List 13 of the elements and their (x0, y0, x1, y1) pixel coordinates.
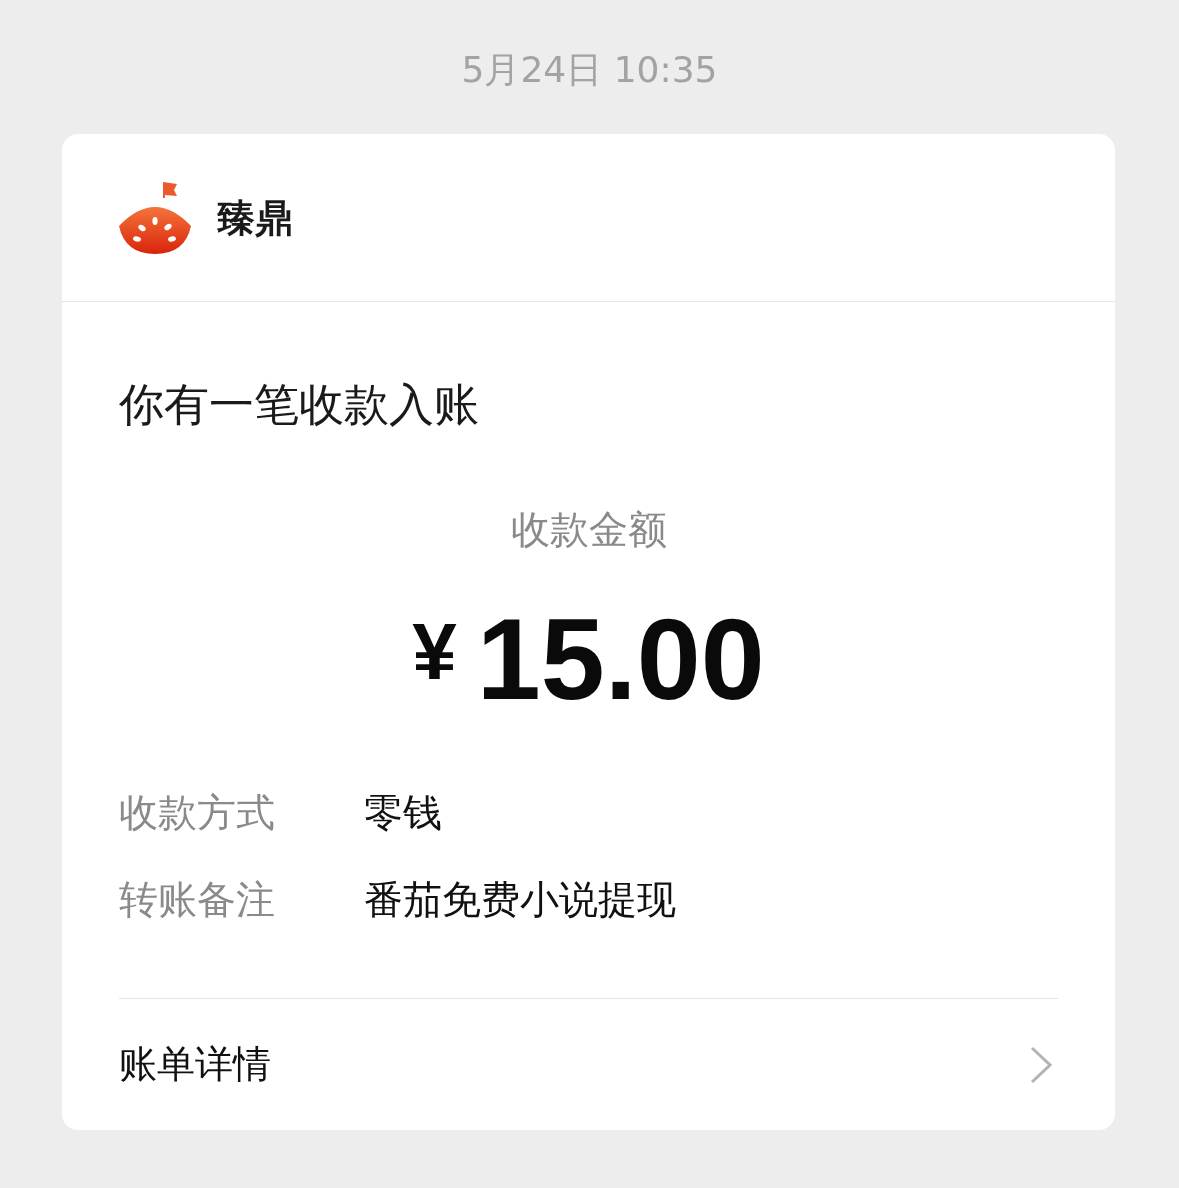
amount-label: 收款金额 (510, 506, 667, 554)
chevron-right-icon (1030, 1045, 1052, 1084)
bill-details-link[interactable]: 账单详情 (119, 999, 1058, 1130)
notification-title: 你有一笔收款入账 (119, 377, 479, 433)
detail-value: 零钱 (364, 789, 442, 837)
detail-value: 番茄免费小说提现 (364, 876, 676, 924)
merchant-name: 臻鼎 (217, 194, 293, 242)
detail-label: 收款方式 (119, 789, 276, 837)
currency-symbol: ¥ (412, 612, 457, 692)
tomato-logo-icon (119, 181, 191, 254)
detail-label: 转账备注 (119, 876, 276, 924)
amount-value: 15.00 (476, 602, 765, 717)
message-timestamp: 5月24日 10:35 (461, 48, 718, 92)
